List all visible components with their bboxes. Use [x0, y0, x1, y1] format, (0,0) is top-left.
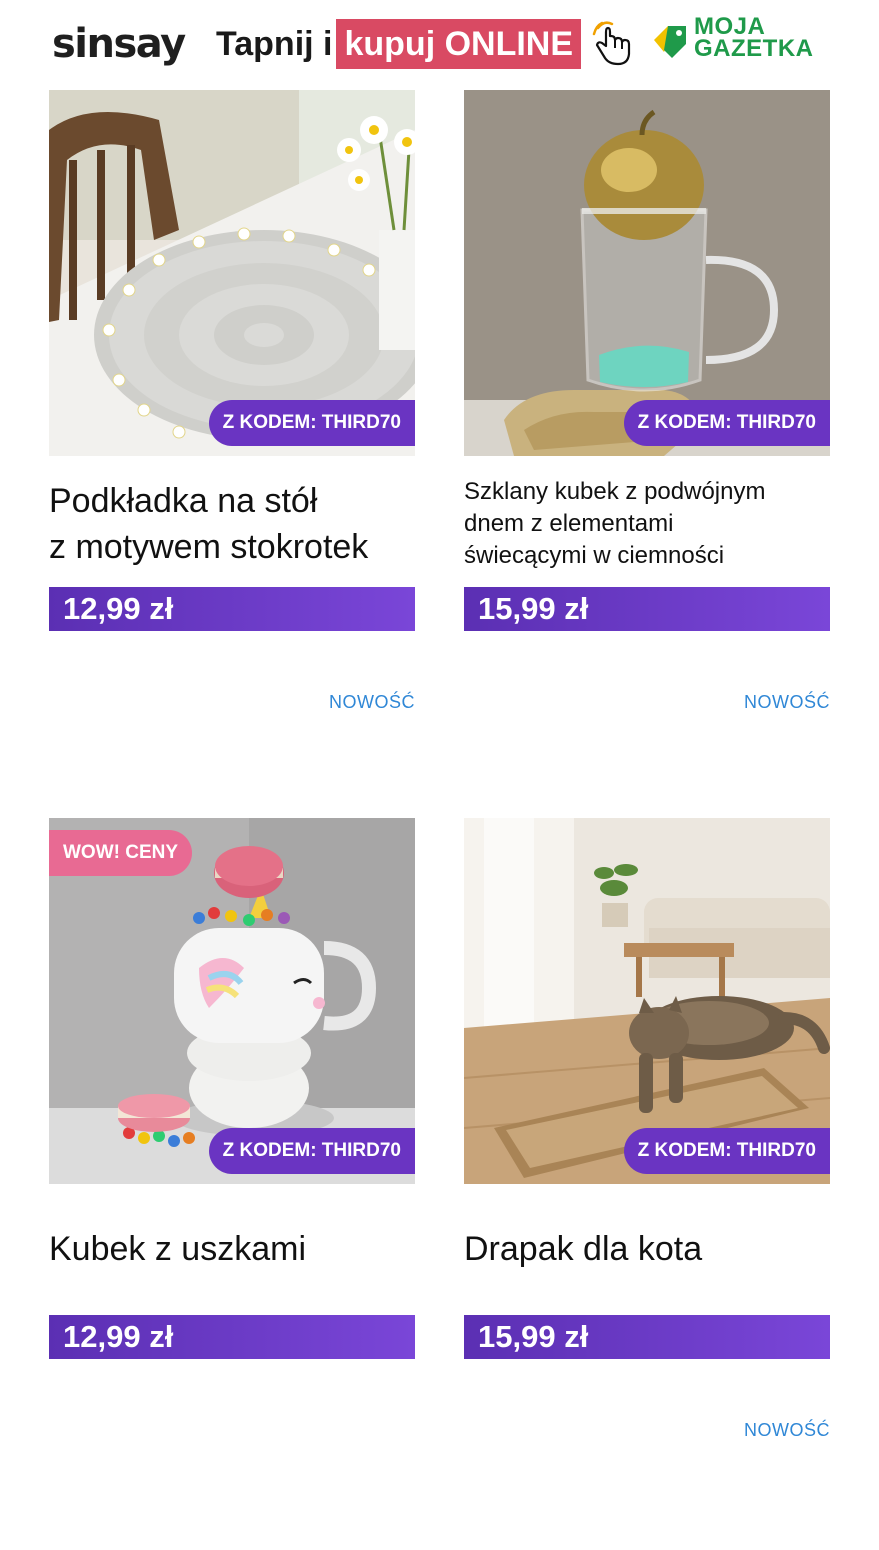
- discount-code-badge: Z KODEM: THIRD70: [623, 400, 830, 446]
- product-card[interactable]: Z KODEM: THIRD70 Drapak dla kota 15,99 z…: [464, 818, 830, 1458]
- product-title[interactable]: Drapak dla kota: [464, 1226, 844, 1272]
- cta-text: Tapnij i: [216, 24, 333, 63]
- product-title[interactable]: Podkładka na stół z motywem stokrotek: [49, 478, 429, 570]
- price-bar: 15,99 zł: [464, 587, 830, 631]
- discount-code-badge: Z KODEM: THIRD70: [208, 1128, 415, 1174]
- product-image-unicorn-mug[interactable]: WOW! CENY Z KODEM: THIRD70: [49, 818, 415, 1184]
- product-price: 12,99 zł: [63, 1319, 174, 1354]
- price-bar: 12,99 zł: [49, 587, 415, 631]
- product-price: 15,99 zł: [478, 1319, 589, 1354]
- price-bar: 15,99 zł: [464, 1315, 830, 1359]
- new-tag: NOWOŚĆ: [744, 1420, 830, 1440]
- product-image-glass-mug[interactable]: Z KODEM: THIRD70: [464, 90, 830, 456]
- product-card[interactable]: Z KODEM: THIRD70 Podkładka na stół z mot…: [49, 90, 415, 730]
- header-banner[interactable]: sinsay Tapnij i kupuj ONLINE MOJA GAZETK…: [0, 0, 879, 90]
- sinsay-logo[interactable]: sinsay: [52, 18, 186, 70]
- product-image-cat-scratcher[interactable]: Z KODEM: THIRD70: [464, 818, 830, 1184]
- product-title[interactable]: Szklany kubek z podwójnym dnem z element…: [464, 476, 844, 572]
- price-bar: 12,99 zł: [49, 1315, 415, 1359]
- product-image-placemat[interactable]: Z KODEM: THIRD70: [49, 90, 415, 456]
- product-price: 15,99 zł: [478, 591, 589, 626]
- cta-banner[interactable]: Tapnij i kupuj ONLINE: [216, 19, 582, 69]
- product-card[interactable]: WOW! CENY Z KODEM: THIRD70 Kubek z uszka…: [49, 818, 415, 1458]
- cta-highlight[interactable]: kupuj ONLINE: [336, 19, 582, 69]
- promo-badge: WOW! CENY: [49, 830, 193, 876]
- product-price: 12,99 zł: [63, 591, 174, 626]
- partner-line-2: GAZETKA: [694, 35, 814, 62]
- product-title[interactable]: Kubek z uszkami: [49, 1226, 429, 1272]
- price-tag-icon: [654, 26, 686, 58]
- product-card[interactable]: Z KODEM: THIRD70 Szklany kubek z podwójn…: [464, 90, 830, 730]
- discount-code-badge: Z KODEM: THIRD70: [208, 400, 415, 446]
- new-tag: NOWOŚĆ: [744, 692, 830, 712]
- moja-gazetka-logo[interactable]: MOJA GAZETKA: [652, 15, 832, 66]
- hand-tap-icon: [592, 21, 631, 66]
- discount-code-badge: Z KODEM: THIRD70: [623, 1128, 830, 1174]
- new-tag: NOWOŚĆ: [329, 692, 415, 712]
